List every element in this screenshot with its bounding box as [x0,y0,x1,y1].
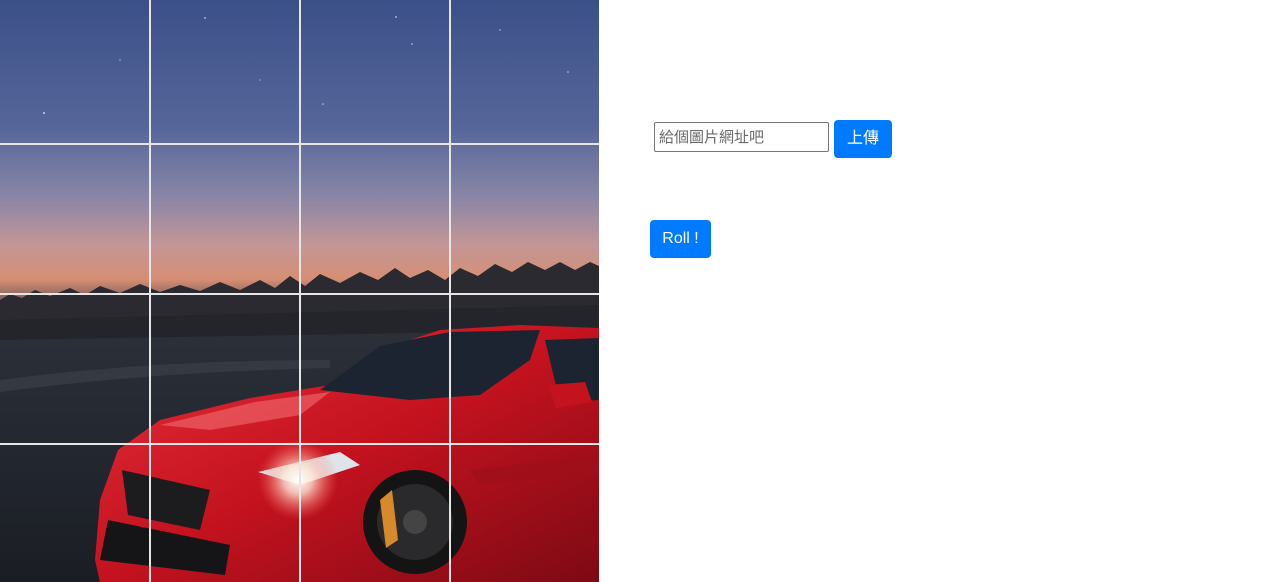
puzzle-tile[interactable] [150,0,300,144]
image-url-input[interactable] [654,122,829,152]
puzzle-tile[interactable] [0,444,150,582]
puzzle-board [0,0,599,582]
puzzle-tile[interactable] [300,0,450,144]
puzzle-tile[interactable] [450,0,599,144]
puzzle-tile[interactable] [150,294,300,444]
roll-button[interactable]: Roll ! [650,220,711,258]
puzzle-tiles [0,0,599,582]
puzzle-tile[interactable] [300,294,450,444]
puzzle-tile[interactable] [300,444,450,582]
puzzle-image [0,0,599,582]
puzzle-tile[interactable] [150,144,300,294]
puzzle-tile[interactable] [450,294,599,444]
puzzle-tile[interactable] [0,294,150,444]
puzzle-tile[interactable] [150,444,300,582]
puzzle-tile[interactable] [300,144,450,294]
upload-button[interactable]: 上傳 [834,120,892,158]
puzzle-tile[interactable] [450,144,599,294]
puzzle-tile[interactable] [450,444,599,582]
puzzle-tile[interactable] [0,144,150,294]
puzzle-tile[interactable] [0,0,150,144]
puzzle-page: 上傳 Roll ! [0,0,1280,582]
